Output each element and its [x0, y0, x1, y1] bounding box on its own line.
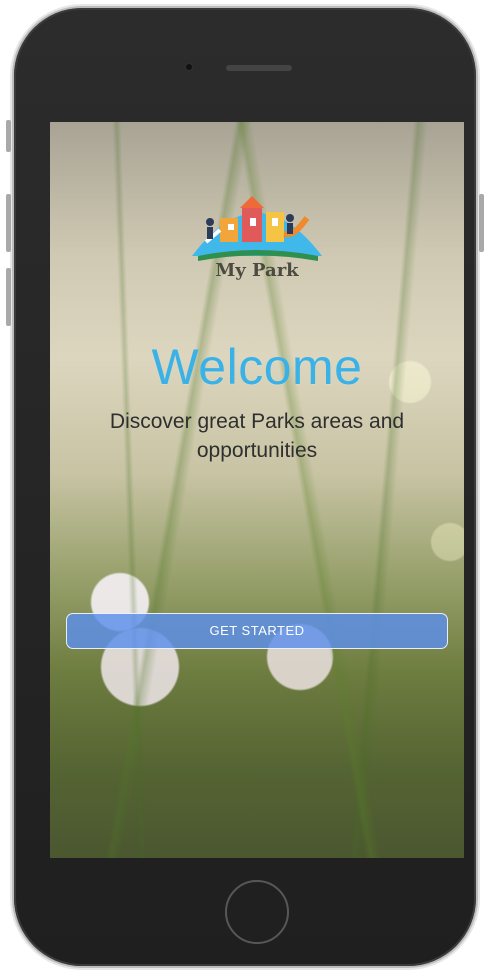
home-button[interactable]	[225, 880, 289, 944]
logo-text: My Park	[215, 260, 299, 281]
volume-up-button	[6, 194, 11, 252]
volume-down-button	[6, 268, 11, 326]
app-screen: My Park Welcome Discover great Parks are…	[50, 122, 464, 858]
welcome-subtitle: Discover great Parks areas and opportuni…	[109, 410, 405, 462]
park-playground-logo: My Park	[186, 188, 328, 284]
camera-icon	[184, 62, 194, 72]
speaker-grille	[226, 65, 292, 71]
get-started-button[interactable]: GET STARTED	[66, 613, 448, 649]
welcome-heading: Welcome	[151, 339, 363, 395]
power-button	[479, 194, 484, 252]
mute-switch	[6, 120, 11, 152]
phone-frame: My Park Welcome Discover great Parks are…	[6, 8, 484, 966]
